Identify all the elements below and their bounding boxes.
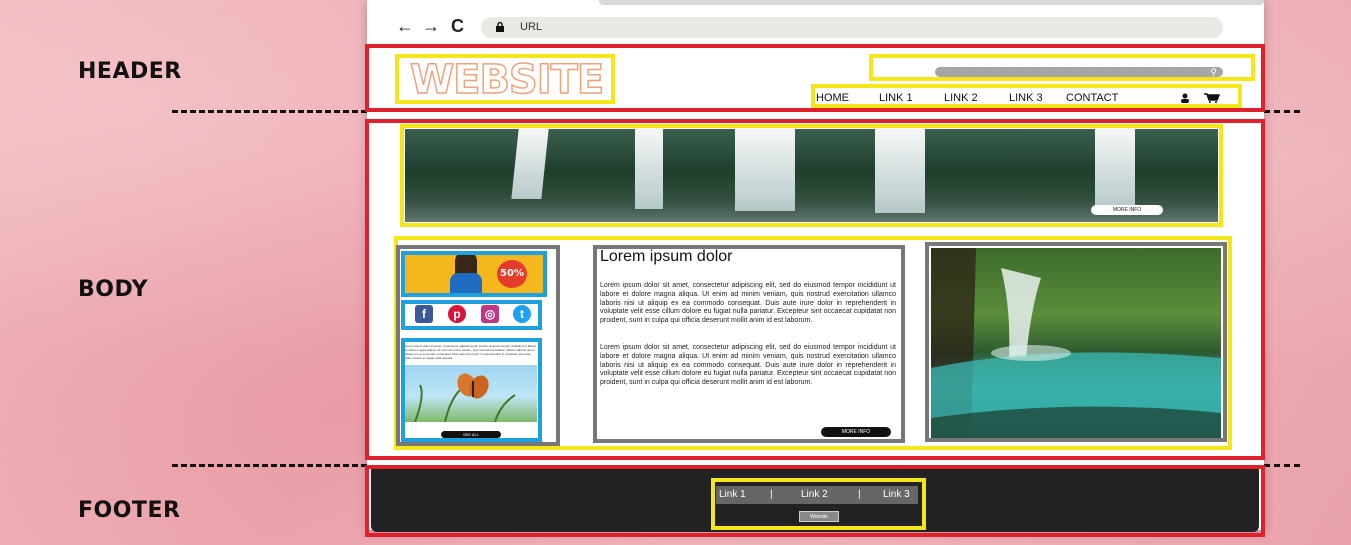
nav-link-1[interactable]: LINK 1 (879, 92, 913, 104)
forward-icon[interactable]: → (422, 16, 440, 36)
footer-link-3[interactable]: Link 3 (883, 489, 910, 500)
header-divider-left (172, 110, 367, 113)
footer-divider-left (172, 464, 367, 467)
url-bar[interactable]: URL (481, 17, 1223, 38)
footer-link-1[interactable]: Link 1 (719, 489, 746, 500)
nav-link-2[interactable]: LINK 2 (944, 92, 978, 104)
header-divider-right (1264, 110, 1300, 113)
reload-icon[interactable]: C (451, 16, 464, 36)
footer-divider-right (1264, 464, 1300, 467)
nav-link-3[interactable]: LINK 3 (1009, 92, 1043, 104)
butterfly-image (405, 365, 537, 422)
user-icon[interactable] (1180, 93, 1190, 103)
hero-more-info-button[interactable]: MORE INFO (1091, 205, 1163, 215)
butterfly-icon (414, 373, 516, 422)
waterfall-shape (511, 129, 549, 199)
footer-separator: | (858, 489, 861, 500)
body-label: BODY (78, 277, 149, 302)
hero-banner-image: MORE INFO (405, 129, 1218, 222)
twitter-icon[interactable]: t (513, 305, 531, 323)
waterfall-lagoon-image (931, 248, 1221, 438)
site-logo[interactable]: WEBSITE (409, 57, 605, 103)
lock-icon (496, 22, 504, 32)
nav-link-home[interactable]: HOME (816, 92, 849, 104)
search-icon[interactable]: ⚲ (1210, 67, 1217, 77)
footer-website-label[interactable]: Website (799, 511, 839, 522)
discount-badge: 50% (497, 260, 527, 288)
header-label: HEADER (78, 59, 182, 84)
article-more-info-button[interactable]: MORE INFO (821, 427, 891, 437)
pinterest-icon[interactable]: p (448, 305, 466, 323)
promo-shirt-shape (450, 273, 482, 293)
waterfall-scene-icon (931, 248, 1221, 438)
instagram-icon[interactable]: ◎ (481, 305, 499, 323)
browser-toolbar: ← → C URL (367, 0, 1264, 42)
promo-banner[interactable]: 50% (405, 255, 543, 293)
article-paragraph-1: Lorem ipsum dolor sit amet, consectetur … (600, 282, 896, 325)
back-icon[interactable]: ← (396, 16, 414, 36)
footer-link-2[interactable]: Link 2 (801, 489, 828, 500)
article-paragraph-2: Lorem ipsum dolor sit amet, consectetur … (600, 344, 896, 387)
url-text: URL (520, 21, 543, 33)
blog-card-text: Lorem ipsum dolor sit amet, consectetur … (405, 344, 537, 360)
nav-link-contact[interactable]: CONTACT (1066, 92, 1118, 104)
article-title: Lorem ipsum dolor (600, 248, 733, 265)
footer-label: FOOTER (78, 498, 181, 523)
facebook-icon[interactable]: f (415, 305, 433, 323)
search-input[interactable]: ⚲ (935, 67, 1223, 77)
footer-separator: | (770, 489, 773, 500)
browser-tab[interactable] (599, 0, 1264, 5)
see-all-button[interactable]: SEE ALL (441, 431, 501, 438)
cart-icon[interactable] (1204, 93, 1220, 103)
